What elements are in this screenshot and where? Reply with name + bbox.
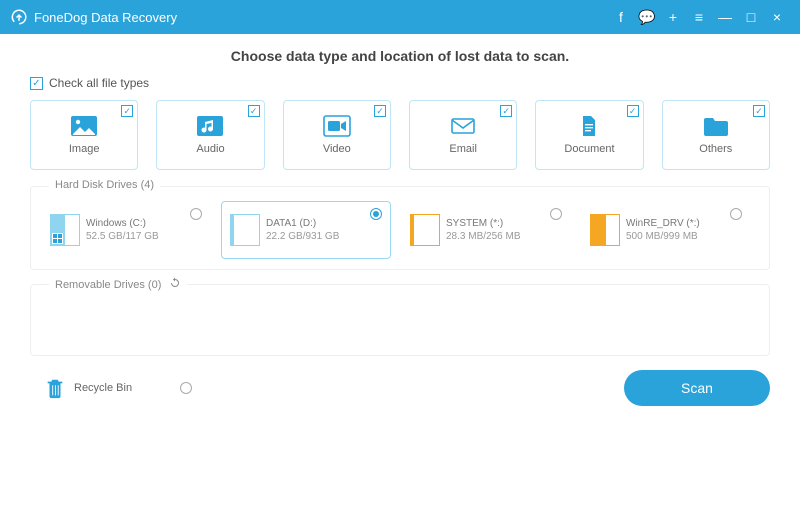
type-label: Image — [69, 143, 100, 155]
drive-item[interactable]: Windows (C:) 52.5 GB/117 GB — [41, 201, 211, 259]
drive-name: Windows (C:) — [86, 218, 159, 229]
drive-size: 22.2 GB/931 GB — [266, 231, 339, 242]
refresh-icon[interactable] — [169, 277, 181, 292]
removable-drives-legend: Removable Drives (0) — [49, 277, 187, 292]
type-checkbox[interactable]: ✓ — [121, 105, 133, 117]
hard-drives-group: Hard Disk Drives (4) Windows (C:)52.5 GB… — [30, 186, 770, 270]
type-label: Audio — [196, 143, 224, 155]
drive-radio[interactable] — [370, 208, 382, 220]
recycle-bin-radio[interactable] — [180, 382, 192, 394]
drive-size: 52.5 GB/117 GB — [86, 231, 159, 242]
drive-size: 28.3 MB/256 MB — [446, 231, 520, 242]
type-label: Others — [699, 143, 732, 155]
type-image[interactable]: ✓ Image — [30, 100, 138, 170]
email-icon — [449, 115, 477, 137]
facebook-icon[interactable]: f — [608, 4, 634, 30]
recycle-bin-option[interactable]: Recycle Bin — [44, 375, 204, 401]
drive-radio[interactable] — [730, 208, 742, 220]
removable-legend-text: Removable Drives (0) — [55, 279, 161, 291]
minimize-button[interactable]: — — [712, 4, 738, 30]
document-icon — [575, 115, 603, 137]
hard-drives-legend: Hard Disk Drives (4) — [49, 179, 160, 191]
removable-drives-group: Removable Drives (0) — [30, 284, 770, 356]
feedback-icon[interactable]: 💬 — [634, 4, 660, 30]
type-others[interactable]: ✓ Others — [662, 100, 770, 170]
drive-radio[interactable] — [190, 208, 202, 220]
others-icon — [702, 115, 730, 137]
app-logo: FoneDog Data Recovery — [10, 8, 177, 26]
drive-item[interactable]: SYSTEM (*:) 28.3 MB/256 MB — [401, 201, 571, 259]
check-all-checkbox[interactable]: ✓ — [30, 77, 43, 90]
hard-drives-list: Windows (C:) 52.5 GB/117 GB DATA1 (D:) 22.2… — [41, 201, 759, 259]
add-icon[interactable]: + — [660, 4, 686, 30]
drive-radio[interactable] — [550, 208, 562, 220]
maximize-button[interactable]: □ — [738, 4, 764, 30]
drive-name: WinRE_DRV (*:) — [626, 218, 700, 229]
check-all-row[interactable]: ✓ Check all file types — [30, 76, 770, 90]
page-heading: Choose data type and location of lost da… — [30, 48, 770, 64]
type-checkbox[interactable]: ✓ — [627, 105, 639, 117]
image-icon — [70, 115, 98, 137]
file-type-grid: ✓ Image ✓ Audio ✓ Video ✓ Email ✓ Document ✓ Others — [30, 100, 770, 170]
drive-icon — [50, 214, 80, 246]
drive-item[interactable]: DATA1 (D:) 22.2 GB/931 GB — [221, 201, 391, 259]
drive-size: 500 MB/999 MB — [626, 231, 700, 242]
drive-icon — [590, 214, 620, 246]
type-checkbox[interactable]: ✓ — [248, 105, 260, 117]
video-icon — [323, 115, 351, 137]
type-label: Video — [323, 143, 351, 155]
type-video[interactable]: ✓ Video — [283, 100, 391, 170]
app-title: FoneDog Data Recovery — [34, 10, 177, 25]
close-button[interactable]: × — [764, 4, 790, 30]
logo-icon — [10, 8, 28, 26]
drive-name: SYSTEM (*:) — [446, 218, 520, 229]
scan-button[interactable]: Scan — [624, 370, 770, 406]
trash-icon — [44, 375, 66, 401]
type-checkbox[interactable]: ✓ — [500, 105, 512, 117]
type-audio[interactable]: ✓ Audio — [156, 100, 264, 170]
drive-name: DATA1 (D:) — [266, 218, 339, 229]
type-label: Document — [564, 143, 614, 155]
bottom-row: Recycle Bin Scan — [30, 370, 770, 406]
recycle-bin-label: Recycle Bin — [74, 382, 132, 394]
type-label: Email — [449, 143, 477, 155]
type-checkbox[interactable]: ✓ — [374, 105, 386, 117]
audio-icon — [196, 115, 224, 137]
type-checkbox[interactable]: ✓ — [753, 105, 765, 117]
drive-icon — [410, 214, 440, 246]
type-document[interactable]: ✓ Document — [535, 100, 643, 170]
type-email[interactable]: ✓ Email — [409, 100, 517, 170]
titlebar: FoneDog Data Recovery f 💬 + ≡ — □ × — [0, 0, 800, 34]
check-all-label: Check all file types — [49, 76, 149, 90]
drive-item[interactable]: WinRE_DRV (*:) 500 MB/999 MB — [581, 201, 751, 259]
drive-icon — [230, 214, 260, 246]
menu-icon[interactable]: ≡ — [686, 4, 712, 30]
